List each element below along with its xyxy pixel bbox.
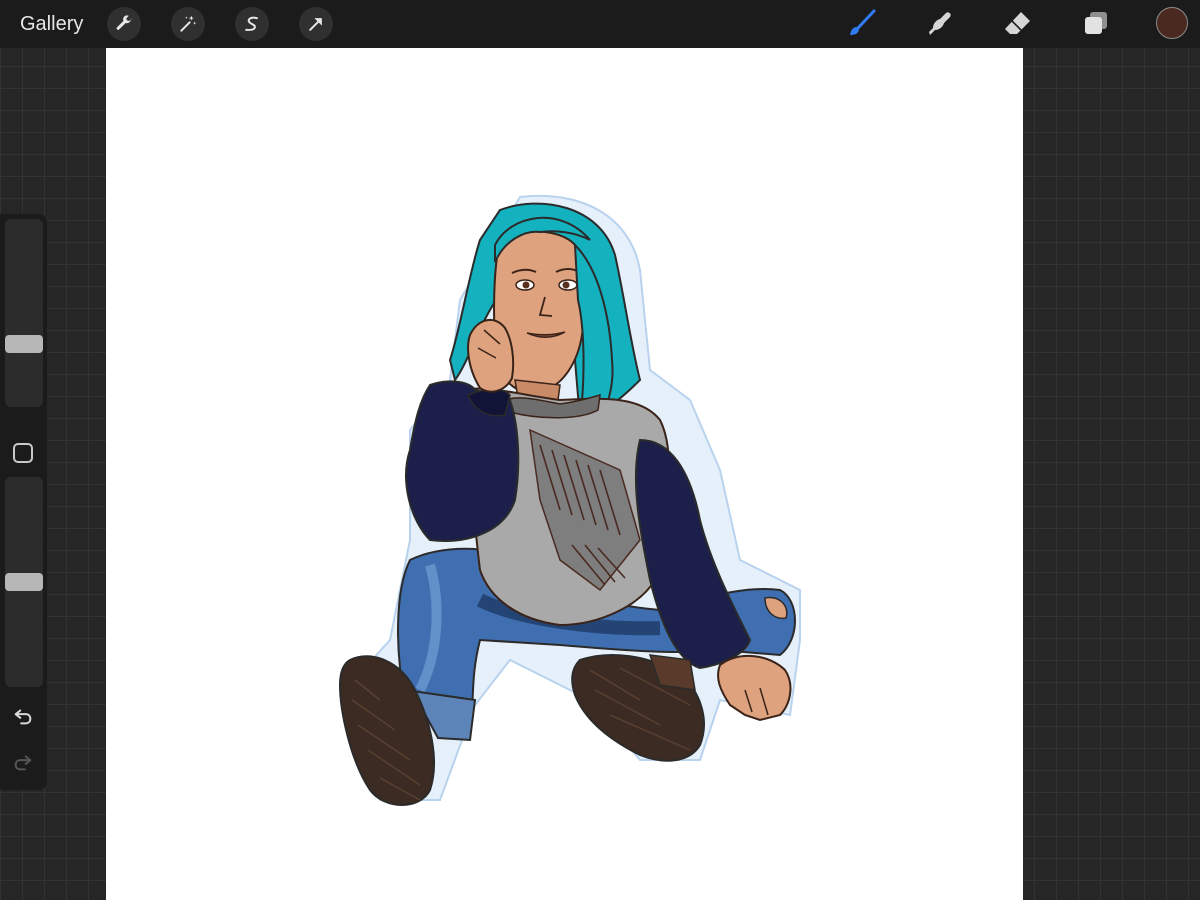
- undo-button[interactable]: [10, 703, 36, 729]
- transform-button[interactable]: [299, 7, 333, 41]
- transform-arrow-icon: [309, 18, 322, 31]
- redo-button[interactable]: [10, 749, 36, 775]
- drawing-canvas[interactable]: [106, 48, 1023, 900]
- redo-icon: [14, 755, 32, 771]
- girl-sitting-illustration: [338, 194, 801, 806]
- smudge-icon: [929, 12, 951, 35]
- left-sidebar: [0, 214, 47, 790]
- eraser-tool[interactable]: [1000, 6, 1036, 42]
- brush-tool[interactable]: [844, 6, 880, 42]
- layers-button[interactable]: [1078, 6, 1114, 42]
- wrench-icon: [116, 15, 132, 30]
- top-toolbar: Gallery: [0, 0, 1200, 48]
- gallery-button[interactable]: Gallery: [20, 13, 83, 36]
- smudge-tool[interactable]: [922, 6, 958, 42]
- layers-icon: [1085, 12, 1107, 34]
- selection-icon: [245, 16, 258, 31]
- actions-button[interactable]: [107, 7, 141, 41]
- selection-button[interactable]: [235, 7, 269, 41]
- modify-button[interactable]: [13, 443, 33, 463]
- eraser-icon: [1005, 12, 1030, 34]
- color-picker-button[interactable]: [1156, 7, 1188, 39]
- brush-size-handle[interactable]: [5, 334, 43, 353]
- brush-icon: [850, 9, 876, 35]
- adjustments-button[interactable]: [171, 7, 205, 41]
- magic-wand-icon: [180, 15, 197, 32]
- brush-size-slider[interactable]: [5, 219, 43, 407]
- opacity-handle[interactable]: [5, 573, 43, 591]
- undo-icon: [14, 709, 32, 725]
